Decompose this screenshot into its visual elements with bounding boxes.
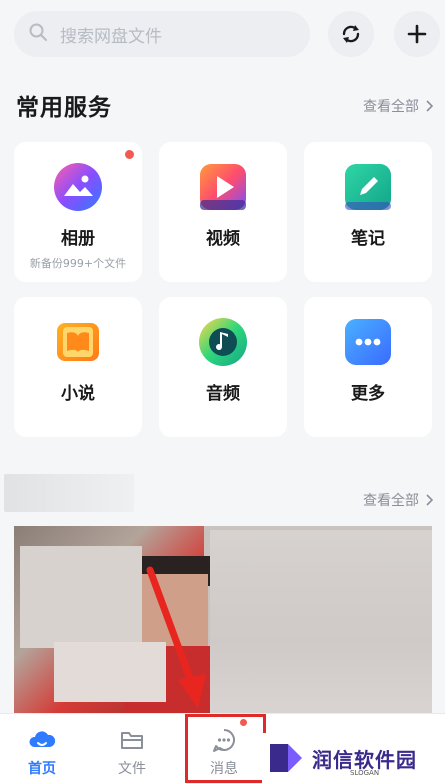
red-arrow-annotation: [146, 566, 206, 708]
audio-icon: [198, 317, 248, 367]
top-bar: 搜索网盘文件: [14, 10, 440, 58]
tab-home[interactable]: 首页: [2, 714, 82, 783]
service-label: 小说: [61, 384, 95, 404]
sync-icon: [342, 25, 360, 43]
see-all-label: 查看全部: [363, 493, 419, 509]
search-placeholder: 搜索网盘文件: [60, 26, 162, 47]
recent-title-blurred: [4, 474, 134, 512]
add-button[interactable]: [394, 11, 440, 57]
chevron-right-icon: [426, 494, 433, 506]
recent-see-all[interactable]: 查看全部: [363, 490, 433, 510]
watermark-logo: 润信软件园 SLOGAN: [262, 733, 445, 783]
recent-photo[interactable]: [14, 526, 432, 716]
service-label: 笔记: [351, 229, 385, 249]
photo-blur-overlay: [20, 546, 142, 648]
service-label: 更多: [351, 384, 385, 404]
service-label: 视频: [206, 229, 240, 249]
chevron-right-icon: [426, 100, 433, 112]
new-badge: [125, 150, 134, 159]
note-icon: [343, 162, 393, 212]
video-icon: [198, 162, 248, 212]
tab-files[interactable]: 文件: [92, 714, 172, 783]
service-label: 相册: [61, 229, 95, 249]
brand-logo-icon: [270, 744, 302, 772]
tab-label: 文件: [118, 761, 146, 777]
search-icon: [28, 22, 48, 46]
service-card-note[interactable]: 笔记: [304, 142, 432, 282]
see-all-label: 查看全部: [363, 99, 419, 115]
album-icon: [53, 162, 103, 212]
service-card-album[interactable]: 相册 新备份999+个文件: [14, 142, 142, 282]
folder-icon: [121, 732, 143, 749]
service-sublabel: 新备份999+个文件: [29, 257, 127, 270]
home-cloud-icon: [29, 731, 56, 747]
novel-icon: [53, 317, 103, 367]
services-see-all[interactable]: 查看全部: [363, 96, 433, 116]
service-card-audio[interactable]: 音频: [159, 297, 287, 437]
red-highlight-box: [185, 714, 266, 783]
watermark-slogan: SLOGAN: [350, 769, 380, 777]
search-bar[interactable]: 搜索网盘文件: [14, 11, 310, 57]
sync-button[interactable]: [328, 11, 374, 57]
photo-thumbnail-blurred[interactable]: [210, 530, 432, 716]
more-icon: [343, 317, 393, 367]
plus-icon: [407, 24, 427, 44]
service-label: 音频: [206, 384, 240, 404]
service-card-novel[interactable]: 小说: [14, 297, 142, 437]
service-card-video[interactable]: 视频: [159, 142, 287, 282]
service-card-more[interactable]: 更多: [304, 297, 432, 437]
services-title: 常用服务: [16, 95, 112, 121]
tab-label: 首页: [28, 761, 56, 777]
